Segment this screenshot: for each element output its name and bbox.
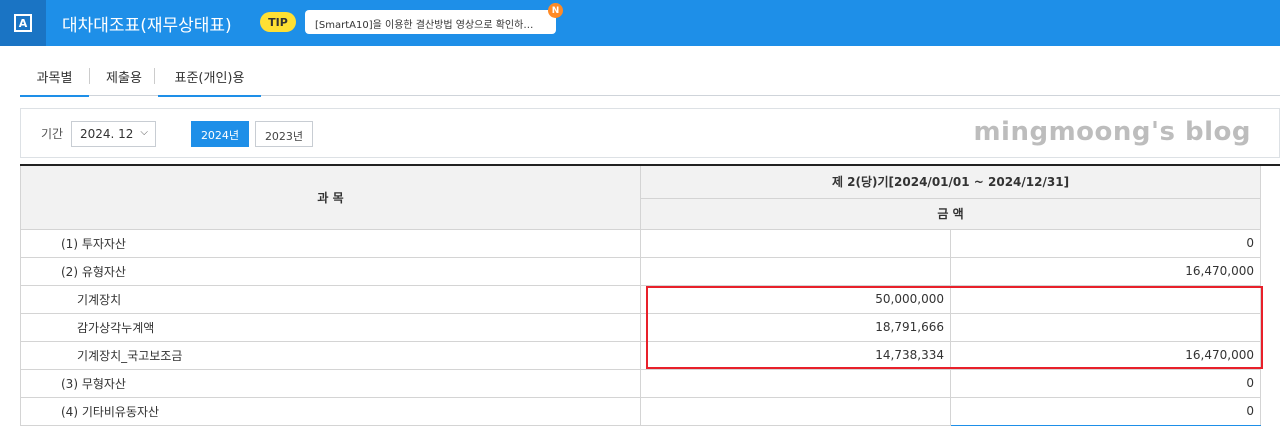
account-name: (4) 기타비유동자산 [20,396,641,426]
detail-amount [640,396,951,426]
total-amount [950,284,1261,314]
year-2023-button[interactable]: 2023년 [255,121,313,147]
table-row[interactable]: (1) 투자자산 0 [20,228,1280,258]
detail-amount [640,368,951,398]
period-select[interactable]: 2024. 12 ⌵ [71,121,156,147]
tab-standard-personal[interactable]: 표준(개인)용 [158,58,261,97]
tip-badge[interactable]: TIP [260,12,296,32]
table-row[interactable]: 기계장치 50,000,000 [20,284,1280,314]
tab-submission[interactable]: 제출용 [95,58,153,96]
period-label: 기간 [41,127,64,141]
blog-watermark: mingmoong's blog [973,117,1251,147]
amount-header: 금 액 [640,197,1261,230]
new-badge: N [548,3,563,18]
total-amount: 16,470,000 [950,256,1261,286]
subject-header: 과 목 [20,164,641,230]
account-name: 감가상각누계액 [20,312,641,342]
chevron-down-icon: ⌵ [140,127,148,138]
tab-divider [89,68,90,84]
detail-amount: 18,791,666 [640,312,951,342]
detail-amount [640,228,951,258]
total-amount: 0 [950,228,1261,258]
tab-divider [154,68,155,84]
total-amount [950,312,1261,342]
table-row[interactable]: (3) 무형자산 0 [20,368,1280,398]
app-menu-icon[interactable]: A [0,0,46,46]
filter-bar: 기간 2024. 12 ⌵ 2024년 2023년 mingmoong's bl… [20,108,1280,158]
account-name: (1) 투자자산 [20,228,641,258]
tab-by-account[interactable]: 과목별 [20,58,89,97]
scroll-gutter [1260,165,1280,229]
period-header: 제 2(당)기[2024/01/01 ~ 2024/12/31] [640,164,1261,199]
account-name: (2) 유형자산 [20,256,641,286]
account-name: 기계장치 [20,284,641,314]
table-row[interactable]: (2) 유형자산 16,470,000 [20,256,1280,286]
app-header: A 대차대조표(재무상태표) TIP [SmartA10]을 이용한 결산방법 … [0,0,1280,46]
total-amount: 16,470,000 [950,340,1261,370]
balance-sheet-table: 과 목 제 2(당)기[2024/01/01 ~ 2024/12/31] 금 액… [20,164,1280,426]
table-row[interactable]: (4) 기타비유동자산 0 [20,396,1280,426]
tab-bar: 과목별 제출용 표준(개인)용 [20,58,1280,97]
detail-amount [640,256,951,286]
page-title: 대차대조표(재무상태표) [62,16,232,36]
account-name: (3) 무형자산 [20,368,641,398]
tip-message[interactable]: [SmartA10]을 이용한 결산방법 영상으로 확인하… [305,10,556,34]
total-amount: 0 [950,396,1261,426]
period-value: 2024. 12 [80,127,134,141]
detail-amount: 14,738,334 [640,340,951,370]
app-icon-letter: A [14,14,32,32]
account-name: 기계장치_국고보조금 [20,340,641,370]
total-amount: 0 [950,368,1261,398]
table-row[interactable]: 감가상각누계액 18,791,666 [20,312,1280,342]
year-2024-button[interactable]: 2024년 [191,121,249,147]
table-row[interactable]: 기계장치_국고보조금 14,738,334 16,470,000 [20,340,1280,370]
detail-amount: 50,000,000 [640,284,951,314]
